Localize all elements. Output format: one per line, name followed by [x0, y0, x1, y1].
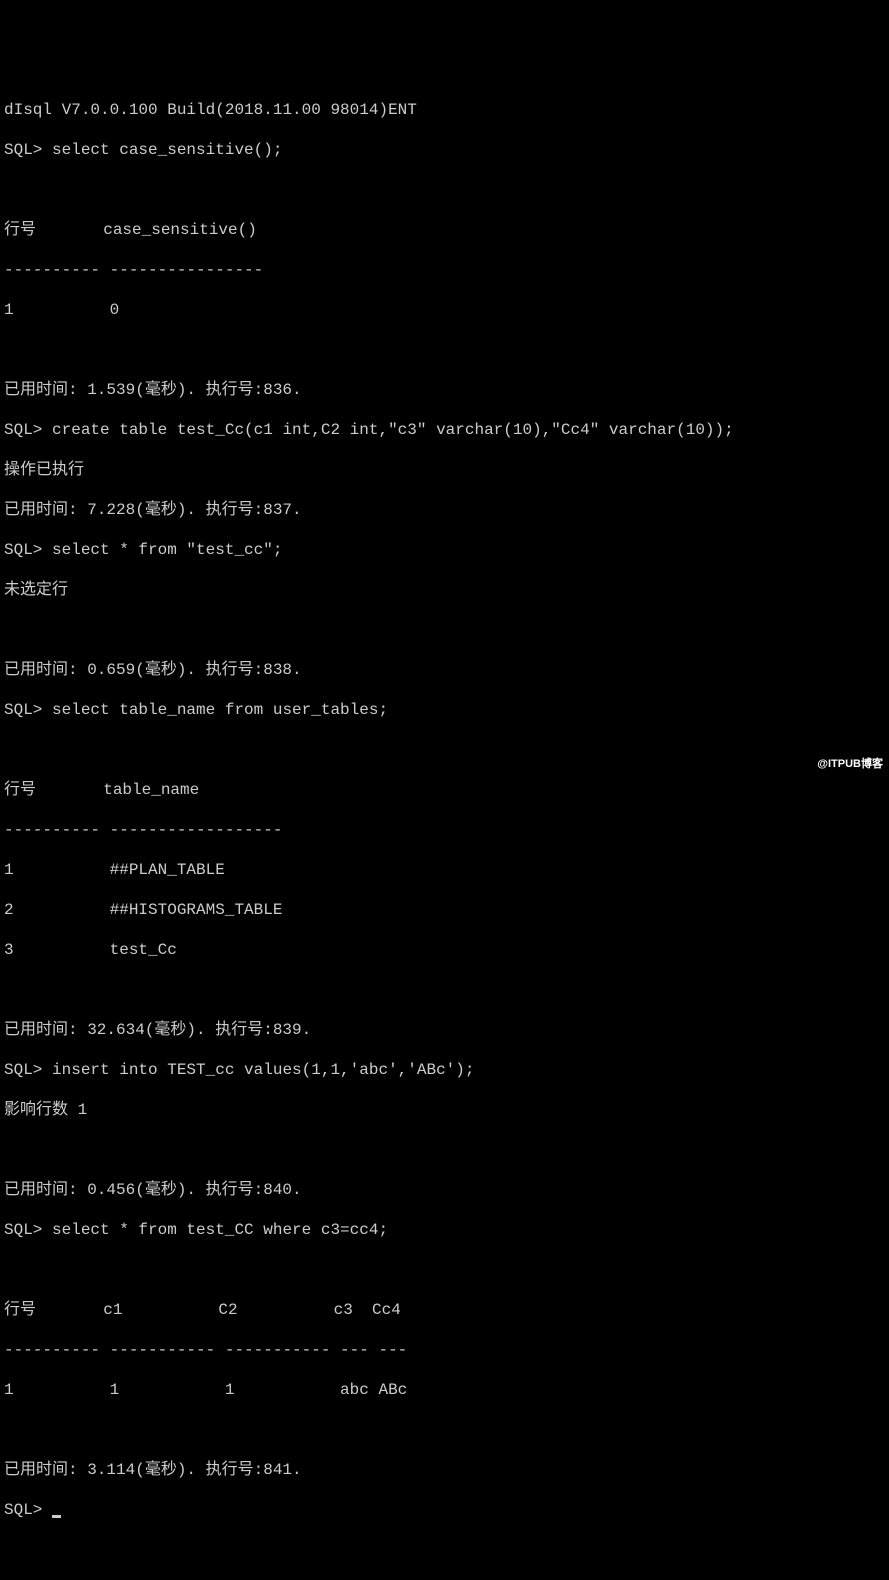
status-message: 未选定行	[4, 580, 885, 600]
timing-info: 已用时间: 1.539(毫秒). 执行号:836.	[4, 380, 885, 400]
result-row: 1 1 1 abc ABc	[4, 1380, 885, 1400]
result-row: 3 test_Cc	[4, 940, 885, 960]
output-line	[4, 180, 885, 200]
output-line	[4, 740, 885, 760]
terminal-output[interactable]: dIsql V7.0.0.100 Build(2018.11.00 98014)…	[0, 80, 889, 1540]
result-header: 行号 c1 C2 c3 Cc4	[4, 1300, 885, 1320]
result-row: 1 ##PLAN_TABLE	[4, 860, 885, 880]
result-header: 行号 case_sensitive()	[4, 220, 885, 240]
timing-info: 已用时间: 0.456(毫秒). 执行号:840.	[4, 1180, 885, 1200]
sql-command-line: SQL> insert into TEST_cc values(1,1,'abc…	[4, 1060, 885, 1080]
sql-prompt: SQL>	[4, 1501, 52, 1519]
timing-info: 已用时间: 3.114(毫秒). 执行号:841.	[4, 1460, 885, 1480]
output-line	[4, 620, 885, 640]
sql-command-line: SQL> select case_sensitive();	[4, 140, 885, 160]
result-divider: ---------- ----------------	[4, 260, 885, 280]
output-line	[4, 340, 885, 360]
sql-prompt-line[interactable]: SQL>	[4, 1500, 885, 1520]
result-divider: ---------- ------------------	[4, 820, 885, 840]
timing-info: 已用时间: 32.634(毫秒). 执行号:839.	[4, 1020, 885, 1040]
status-message: 影响行数 1	[4, 1100, 885, 1120]
output-line: dIsql V7.0.0.100 Build(2018.11.00 98014)…	[4, 100, 885, 120]
timing-info: 已用时间: 7.228(毫秒). 执行号:837.	[4, 500, 885, 520]
result-row: 1 0	[4, 300, 885, 320]
result-row: 2 ##HISTOGRAMS_TABLE	[4, 900, 885, 920]
sql-command-line: SQL> create table test_Cc(c1 int,C2 int,…	[4, 420, 885, 440]
sql-command-line: SQL> select * from test_CC where c3=cc4;	[4, 1220, 885, 1240]
sql-command-line: SQL> select table_name from user_tables;	[4, 700, 885, 720]
output-line	[4, 980, 885, 1000]
result-divider: ---------- ----------- ----------- --- -…	[4, 1340, 885, 1360]
result-header: 行号 table_name	[4, 780, 885, 800]
output-line	[4, 1420, 885, 1440]
cursor-icon	[52, 1515, 61, 1518]
watermark-label: @ITPUB博客	[817, 758, 883, 772]
status-message: 操作已执行	[4, 460, 885, 480]
output-line	[4, 1140, 885, 1160]
sql-command-line: SQL> select * from "test_cc";	[4, 540, 885, 560]
output-line	[4, 1260, 885, 1280]
timing-info: 已用时间: 0.659(毫秒). 执行号:838.	[4, 660, 885, 680]
